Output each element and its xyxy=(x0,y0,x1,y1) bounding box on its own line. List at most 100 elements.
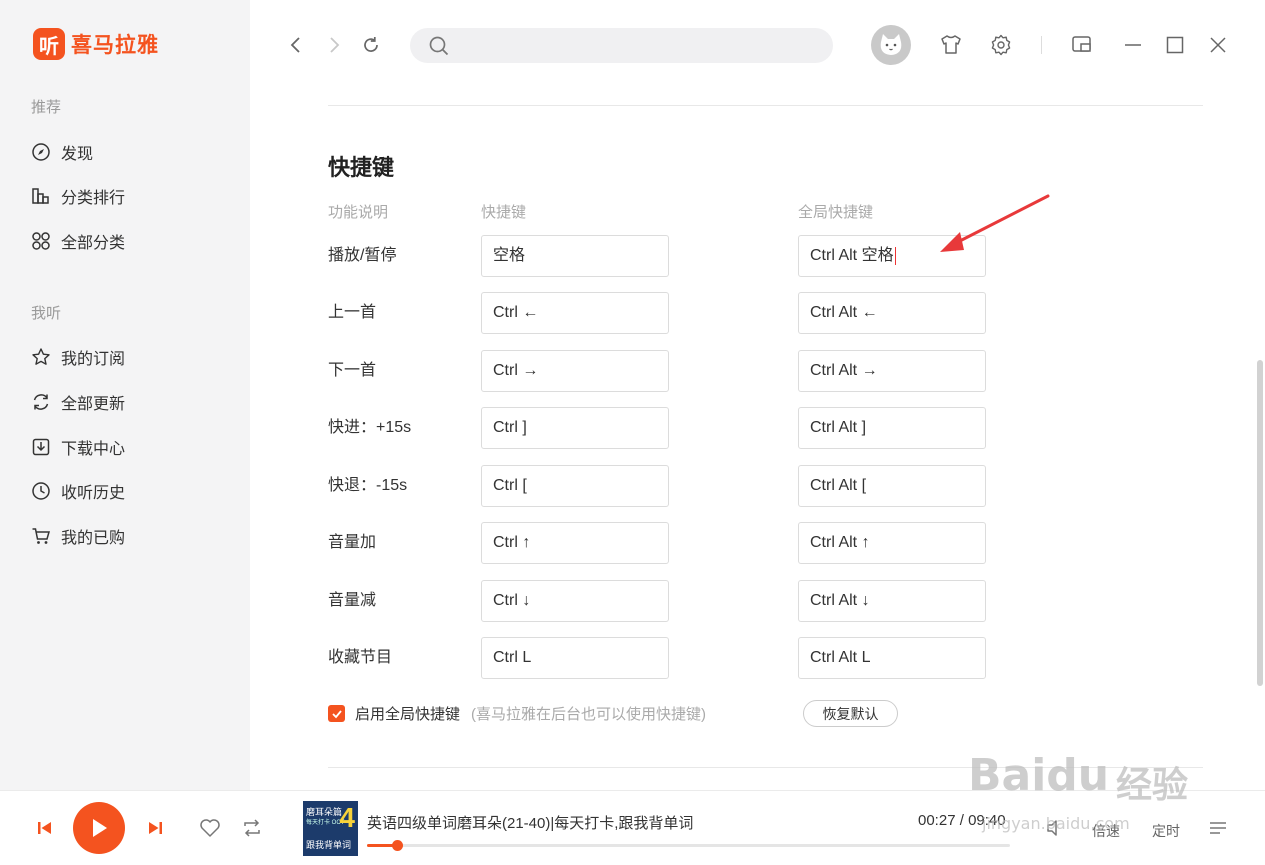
playback-time: 00:27 / 09:40 xyxy=(918,812,1006,829)
enable-global-shortcut-label[interactable]: 启用全局快捷键 xyxy=(355,703,460,724)
shortcut-input-fast-forward[interactable]: Ctrl ] xyxy=(481,407,669,449)
search-bar[interactable] xyxy=(410,28,833,63)
global-shortcut-input-fast-forward[interactable]: Ctrl Alt ] xyxy=(798,407,986,449)
maximize-icon[interactable] xyxy=(1162,32,1188,58)
sidebar-item-all-categories[interactable]: 全部分类 xyxy=(31,229,125,253)
player-bar: 磨耳朵篇 每天打卡 OCT 4 跟我背单词 英语四级单词磨耳朵(21-40)|每… xyxy=(0,790,1265,865)
global-shortcut-input-volume-down[interactable]: Ctrl Alt ↓ xyxy=(798,580,986,622)
shortcut-value: Ctrl Alt [ xyxy=(810,477,867,494)
global-shortcut-input-play-pause[interactable]: Ctrl Alt 空格 xyxy=(798,235,986,277)
sidebar-item-label: 全部更新 xyxy=(61,396,126,413)
sidebar-item-label: 我的订阅 xyxy=(61,351,126,368)
shortcut-value: Ctrl ← xyxy=(493,304,539,321)
sidebar-item-ranking[interactable]: 分类排行 xyxy=(31,184,125,208)
shortcut-label-play-pause: 播放/暂停 xyxy=(328,247,397,264)
enable-global-shortcut-checkbox[interactable] xyxy=(328,705,345,722)
global-shortcut-input-rewind[interactable]: Ctrl Alt [ xyxy=(798,465,986,507)
progress-handle[interactable] xyxy=(392,840,404,851)
column-header-shortcut: 快捷键 xyxy=(481,204,527,221)
sidebar: 听 喜马拉雅 推荐 发现 分类排行 全部分类 我听 我的订阅 全部更新 下载中心… xyxy=(0,0,250,790)
forward-icon[interactable] xyxy=(322,32,346,58)
shortcut-input-next[interactable]: Ctrl → xyxy=(481,350,669,392)
sidebar-item-label: 我的已购 xyxy=(61,530,126,547)
cover-text-line3: 跟我背单词 xyxy=(306,840,352,850)
shortcut-label-next: 下一首 xyxy=(328,362,377,379)
previous-track-icon[interactable] xyxy=(34,817,56,839)
sidebar-item-purchased[interactable]: 我的已购 xyxy=(31,524,125,548)
shortcut-label-favorite: 收藏节目 xyxy=(328,649,393,666)
play-button[interactable] xyxy=(73,802,125,854)
sidebar-item-label: 收听历史 xyxy=(61,485,126,502)
search-input[interactable] xyxy=(462,28,822,63)
skin-shirt-icon[interactable] xyxy=(938,32,964,58)
shortcut-value: Ctrl [ xyxy=(493,477,527,494)
restore-default-button[interactable]: 恢复默认 xyxy=(803,700,898,727)
shortcut-value: Ctrl Alt ↑ xyxy=(810,534,870,551)
gear-icon[interactable] xyxy=(988,32,1014,58)
download-icon xyxy=(31,437,51,457)
cat-avatar-icon xyxy=(880,34,902,55)
section-mine-heading: 我听 xyxy=(31,305,62,322)
track-cover-image[interactable]: 磨耳朵篇 每天打卡 OCT 4 跟我背单词 xyxy=(303,801,358,856)
shortcut-input-volume-up[interactable]: Ctrl ↑ xyxy=(481,522,669,564)
scrollbar-thumb[interactable] xyxy=(1257,360,1263,686)
topbar-divider xyxy=(1041,36,1042,54)
ranking-icon xyxy=(31,186,51,206)
shortcut-input-previous[interactable]: Ctrl ← xyxy=(481,292,669,334)
column-header-description: 功能说明 xyxy=(328,204,389,221)
progress-bar[interactable] xyxy=(367,840,1010,851)
refresh-cycle-icon xyxy=(31,392,51,412)
heart-icon[interactable] xyxy=(198,817,222,839)
shortcut-input-play-pause[interactable]: 空格 xyxy=(481,235,669,277)
shortcut-value: Ctrl Alt ↓ xyxy=(810,592,870,609)
shortcut-label-rewind: 快退：-15s xyxy=(328,477,408,494)
back-icon[interactable] xyxy=(284,32,308,58)
divider-bottom xyxy=(328,767,1203,768)
sidebar-item-label: 下载中心 xyxy=(61,441,126,458)
volume-icon[interactable] xyxy=(1043,817,1067,839)
sidebar-item-subscriptions[interactable]: 我的订阅 xyxy=(31,345,125,369)
minimize-icon[interactable] xyxy=(1120,32,1146,58)
shortcut-input-favorite[interactable]: Ctrl L xyxy=(481,637,669,679)
global-shortcut-input-volume-up[interactable]: Ctrl Alt ↑ xyxy=(798,522,986,564)
shortcut-input-volume-down[interactable]: Ctrl ↓ xyxy=(481,580,669,622)
cover-number: 4 xyxy=(339,802,355,833)
shortcut-label-previous: 上一首 xyxy=(328,304,377,321)
loop-mode-icon[interactable] xyxy=(240,817,264,839)
mini-mode-icon[interactable] xyxy=(1069,32,1095,58)
shortcut-value: Ctrl L xyxy=(493,649,532,666)
play-icon xyxy=(93,819,107,837)
shortcut-value: 空格 xyxy=(493,247,526,264)
sidebar-item-label: 分类排行 xyxy=(61,190,126,207)
close-icon[interactable] xyxy=(1205,32,1231,58)
reload-icon[interactable] xyxy=(359,32,383,58)
current-time: 00:27 xyxy=(918,812,956,829)
shortcut-input-rewind[interactable]: Ctrl [ xyxy=(481,465,669,507)
sidebar-item-discover[interactable]: 发现 xyxy=(31,140,93,164)
shortcut-value: Ctrl Alt → xyxy=(810,362,878,379)
global-shortcut-input-favorite[interactable]: Ctrl Alt L xyxy=(798,637,986,679)
sidebar-item-label: 全部分类 xyxy=(61,235,126,252)
shortcut-value: Ctrl Alt ← xyxy=(810,304,878,321)
sidebar-item-downloads[interactable]: 下载中心 xyxy=(31,435,125,459)
shortcut-value: Ctrl → xyxy=(493,362,539,379)
app-logo[interactable]: 听 喜马拉雅 xyxy=(33,28,159,60)
sidebar-item-history[interactable]: 收听历史 xyxy=(31,479,125,503)
global-shortcut-input-next[interactable]: Ctrl Alt → xyxy=(798,350,986,392)
global-shortcut-input-previous[interactable]: Ctrl Alt ← xyxy=(798,292,986,334)
sidebar-item-label: 发现 xyxy=(61,146,94,163)
shortcut-value: Ctrl Alt L xyxy=(810,649,871,666)
playback-speed-button[interactable]: 倍速 xyxy=(1092,821,1120,841)
sleep-timer-button[interactable]: 定时 xyxy=(1152,821,1180,841)
playlist-icon[interactable] xyxy=(1206,817,1230,839)
sidebar-item-all-updates[interactable]: 全部更新 xyxy=(31,390,125,414)
divider-top xyxy=(328,105,1203,106)
track-title[interactable]: 英语四级单词磨耳朵(21-40)|每天打卡,跟我背单词 xyxy=(367,812,693,833)
shortcut-value: Ctrl Alt 空格 xyxy=(810,247,894,264)
next-track-icon[interactable] xyxy=(144,817,166,839)
star-icon xyxy=(31,347,51,367)
section-recommend-heading: 推荐 xyxy=(31,99,62,116)
category-grid-icon xyxy=(31,231,51,251)
avatar[interactable] xyxy=(871,25,911,65)
clock-icon xyxy=(31,481,51,501)
